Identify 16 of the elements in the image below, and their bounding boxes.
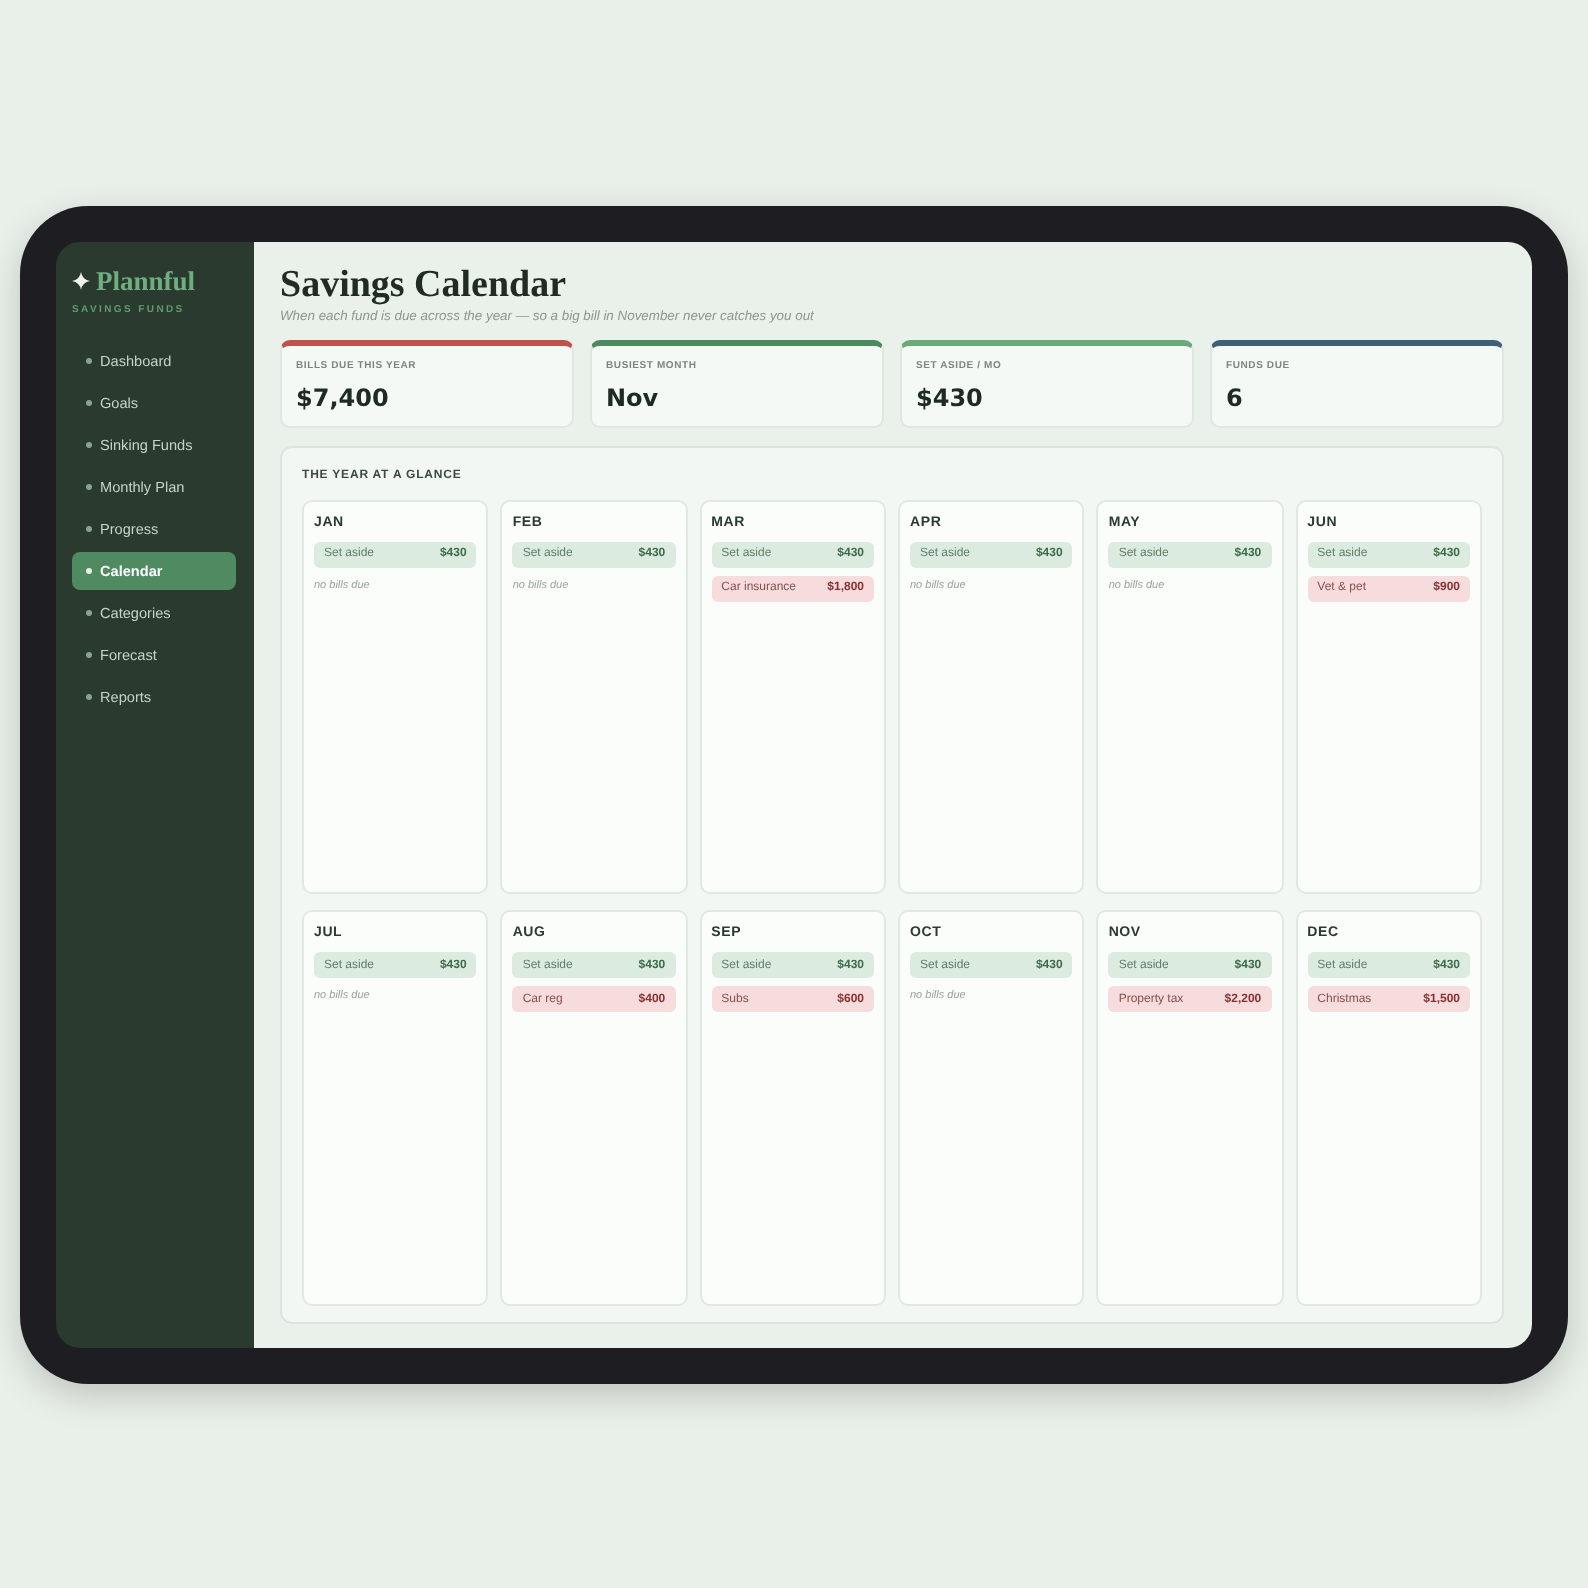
bullet-icon <box>86 525 92 531</box>
bullet-icon <box>86 441 92 447</box>
bullet-icon <box>86 567 92 573</box>
stat-value: Nov <box>606 381 659 413</box>
stat-value: $7,400 <box>296 381 389 413</box>
stat-value: $430 <box>916 381 983 413</box>
bullet-icon <box>86 651 92 657</box>
bullet-icon <box>86 399 92 405</box>
page-title: Savings Calendar <box>280 265 567 305</box>
sparkle-icon <box>72 272 90 290</box>
logo-text: Plannful <box>96 267 196 295</box>
bullet-icon <box>86 693 92 699</box>
bullet-icon <box>86 357 92 363</box>
bullet-icon <box>86 483 92 489</box>
stat-value: 6 <box>1226 381 1243 413</box>
bullet-icon <box>86 609 92 615</box>
